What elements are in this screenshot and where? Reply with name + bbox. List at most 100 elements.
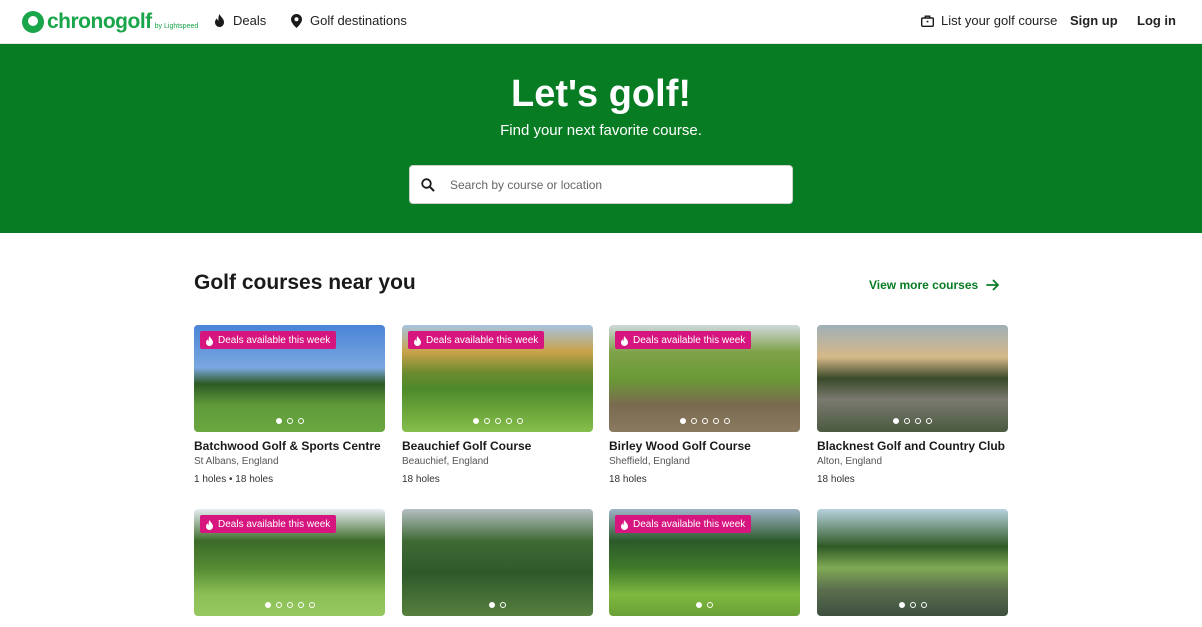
carousel-dot[interactable] [505, 418, 512, 424]
hero-banner: Let's golf! Find your next favorite cour… [0, 44, 1202, 233]
carousel-dot[interactable] [696, 602, 702, 608]
nav-golf-destinations[interactable]: Golf destinations [289, 13, 407, 28]
course-photo[interactable]: Deals available this week [194, 325, 385, 432]
location-pin-icon [289, 13, 303, 28]
course-holes: 18 holes [817, 474, 855, 485]
course-location: Sheffield, England [609, 456, 690, 467]
carousel-dot[interactable] [297, 602, 304, 608]
carousel-dot[interactable] [472, 418, 479, 424]
carousel-dot[interactable] [712, 418, 719, 424]
deal-badge-label: Deals available this week [218, 518, 331, 530]
course-photo[interactable]: Deals available this week [402, 325, 593, 432]
deal-badge-label: Deals available this week [633, 334, 746, 346]
carousel-dot[interactable] [679, 418, 686, 424]
view-more-courses-link[interactable]: View more courses [869, 278, 1000, 292]
photo-carousel-dots [194, 602, 385, 608]
course-name[interactable]: Blacknest Golf and Country Club [817, 439, 1008, 453]
photo-carousel-dots [609, 602, 800, 608]
deal-badge-label: Deals available this week [426, 334, 539, 346]
carousel-dot[interactable] [707, 602, 713, 608]
carousel-dot[interactable] [297, 418, 304, 424]
photo-carousel-dots [402, 418, 593, 424]
deal-badge-label: Deals available this week [218, 334, 331, 346]
carousel-dot[interactable] [915, 418, 921, 424]
course-name[interactable]: Beauchief Golf Course [402, 439, 593, 453]
hero-subtitle: Find your next favorite course. [500, 122, 702, 139]
carousel-dot[interactable] [701, 418, 708, 424]
course-location: Beauchief, England [402, 456, 489, 467]
course-photo[interactable] [402, 509, 593, 616]
photo-carousel-dots [817, 418, 1008, 424]
course-name[interactable]: Birley Wood Golf Course [609, 439, 800, 453]
top-navigation: chronogolf by Lightspeed Deals Golf dest… [0, 0, 1202, 44]
logo-subtext: by Lightspeed [154, 22, 199, 30]
carousel-dot[interactable] [723, 418, 730, 424]
course-photo[interactable]: Deals available this week [609, 325, 800, 432]
carousel-dot[interactable] [500, 602, 506, 608]
view-more-label: View more courses [869, 278, 979, 292]
search-input[interactable] [450, 175, 780, 195]
course-location: Alton, England [817, 456, 883, 467]
course-photo[interactable]: Deals available this week [609, 509, 800, 616]
carousel-dot[interactable] [920, 602, 927, 608]
carousel-dot[interactable] [483, 418, 490, 424]
course-card[interactable]: Deals available this week Batchwood Golf… [194, 325, 385, 485]
carousel-dot[interactable] [286, 418, 293, 424]
nav-destinations-label: Golf destinations [310, 13, 407, 28]
course-location: St Albans, England [194, 456, 279, 467]
deal-badge: Deals available this week [615, 331, 752, 349]
carousel-dot[interactable] [286, 602, 293, 608]
sign-up-link[interactable]: Sign up [1070, 13, 1118, 28]
deal-badge: Deals available this week [615, 515, 752, 533]
carousel-dot[interactable] [489, 602, 495, 608]
deal-badge-label: Deals available this week [633, 518, 746, 530]
carousel-dot[interactable] [516, 418, 523, 424]
flame-icon [212, 14, 226, 28]
carousel-dot[interactable] [909, 602, 916, 608]
carousel-dot[interactable] [898, 602, 905, 608]
search-bar[interactable] [409, 165, 793, 204]
carousel-dot[interactable] [690, 418, 697, 424]
section-title: Golf courses near you [194, 271, 416, 294]
photo-carousel-dots [402, 602, 593, 608]
carousel-dot[interactable] [904, 418, 910, 424]
carousel-dot[interactable] [264, 602, 271, 608]
flame-icon [205, 335, 214, 346]
course-name[interactable]: Batchwood Golf & Sports Centre [194, 439, 385, 453]
course-card[interactable]: Deals available this week [194, 509, 385, 616]
course-card[interactable] [402, 509, 593, 616]
carousel-dot[interactable] [275, 602, 282, 608]
photo-carousel-dots [817, 602, 1008, 608]
course-holes: 18 holes [609, 474, 647, 485]
course-card[interactable]: Deals available this week Birley Wood Go… [609, 325, 800, 485]
logo-icon [22, 11, 44, 33]
carousel-dot[interactable] [893, 418, 899, 424]
course-card[interactable]: Deals available this week Beauchief Golf… [402, 325, 593, 485]
log-in-link[interactable]: Log in [1137, 13, 1176, 28]
briefcase-icon [920, 14, 934, 28]
course-card[interactable]: Blacknest Golf and Country Club Alton, E… [817, 325, 1008, 485]
course-photo[interactable] [817, 509, 1008, 616]
chronogolf-logo[interactable]: chronogolf by Lightspeed [22, 10, 198, 34]
arrow-right-icon [986, 278, 1000, 292]
course-photo[interactable]: Deals available this week [194, 509, 385, 616]
deal-badge: Deals available this week [408, 331, 545, 349]
carousel-dot[interactable] [926, 418, 932, 424]
deal-badge: Deals available this week [200, 331, 337, 349]
course-card[interactable] [817, 509, 1008, 616]
nav-deals[interactable]: Deals [212, 13, 266, 28]
course-holes: 18 holes [402, 474, 440, 485]
carousel-dot[interactable] [275, 418, 282, 424]
course-holes: 1 holes • 18 holes [194, 474, 274, 485]
nav-list-course-label: List your golf course [941, 13, 1058, 28]
course-photo[interactable] [817, 325, 1008, 432]
nav-list-course[interactable]: List your golf course [920, 13, 1057, 28]
carousel-dot[interactable] [494, 418, 501, 424]
photo-carousel-dots [609, 418, 800, 424]
search-icon [420, 177, 436, 193]
logo-text: chronogolf [47, 10, 152, 33]
carousel-dot[interactable] [308, 602, 315, 608]
course-card[interactable]: Deals available this week [609, 509, 800, 616]
deal-badge: Deals available this week [200, 515, 337, 533]
flame-icon [620, 519, 629, 530]
